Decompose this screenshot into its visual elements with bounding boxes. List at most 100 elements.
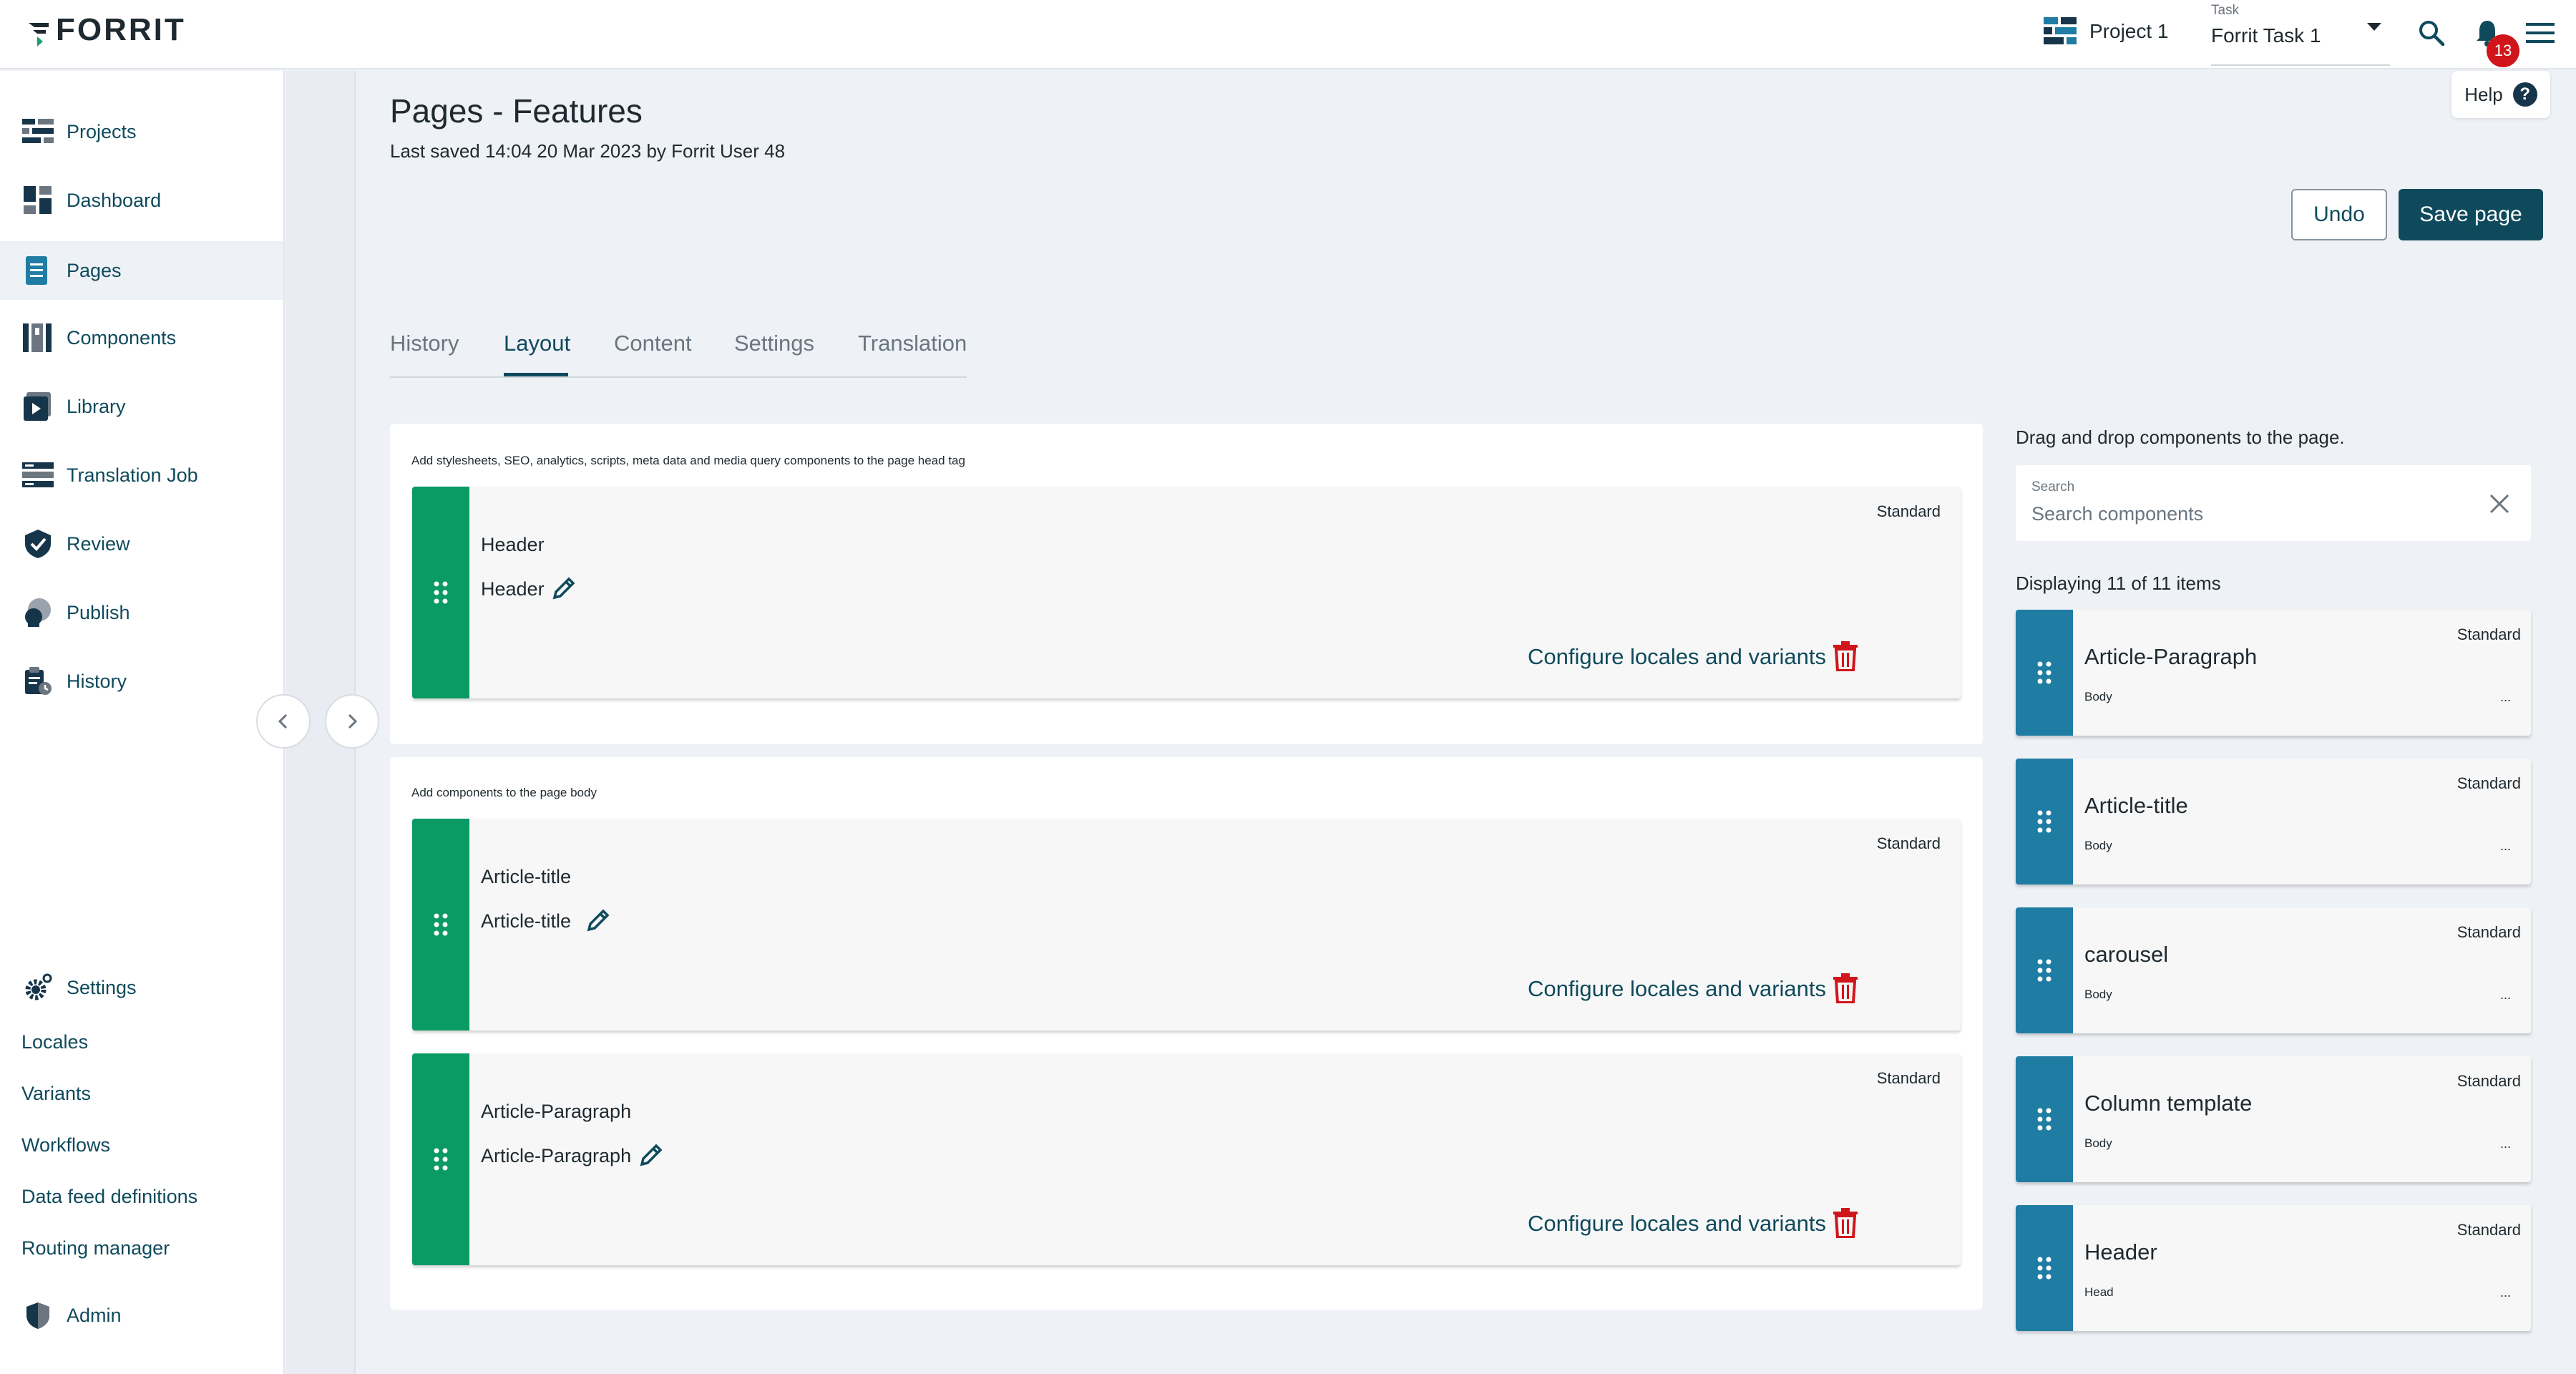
library-component-card[interactable]: Standard Article-title Body ... <box>2016 759 2531 885</box>
drag-handle[interactable] <box>412 1053 469 1265</box>
drag-handle-icon <box>434 581 448 604</box>
projects-icon <box>21 115 54 148</box>
sidebar-item-translation-job[interactable]: Translation Job <box>0 446 283 505</box>
history-icon <box>21 665 54 698</box>
expand-sidebar-button[interactable] <box>325 694 379 749</box>
chevron-left-icon <box>278 713 288 729</box>
library-component-card[interactable]: Standard Article-Paragraph Body ... <box>2016 610 2531 736</box>
drag-handle[interactable] <box>2016 907 2073 1033</box>
tab-layout[interactable]: Layout <box>504 331 570 356</box>
edit-component-button[interactable] <box>582 905 614 936</box>
component-tag: Standard <box>2457 1221 2521 1239</box>
page-component-card[interactable]: Standard Article-title Article-title Con… <box>412 819 1961 1030</box>
sidebar-item-library[interactable]: Library <box>0 377 283 436</box>
edit-component-button[interactable] <box>548 572 580 604</box>
clear-search-button[interactable] <box>2484 488 2515 520</box>
library-component-card[interactable]: Standard Column template Body ... <box>2016 1056 2531 1182</box>
tab-content[interactable]: Content <box>614 331 692 356</box>
component-type: Body <box>2084 988 2112 1001</box>
pencil-icon <box>587 909 610 932</box>
more-options-button[interactable]: ... <box>2500 1285 2511 1300</box>
library-panel-title: Drag and drop components to the page. <box>2016 427 2345 448</box>
sidebar-item-history[interactable]: History <box>0 652 283 711</box>
delete-component-button[interactable] <box>1828 969 1863 1008</box>
pages-icon <box>21 254 54 287</box>
last-saved-text: Last saved 14:04 20 Mar 2023 by Forrit U… <box>390 140 786 162</box>
configure-locales-variants-link[interactable]: Configure locales and variants <box>1528 1211 1826 1237</box>
project-selector[interactable]: Project 1 <box>2044 17 2169 46</box>
page-component-card[interactable]: Standard Header Header Configure locales… <box>412 487 1961 698</box>
main-menu-button[interactable] <box>2523 16 2557 50</box>
sidebar-item-settings[interactable]: Settings <box>0 958 283 1017</box>
drag-handle[interactable] <box>412 819 469 1030</box>
delete-component-button[interactable] <box>1828 637 1863 676</box>
search-button[interactable] <box>2414 16 2449 50</box>
page-tabs: History Layout Content Settings Translat… <box>390 326 967 378</box>
sidebar-item-projects[interactable]: Projects <box>0 102 283 161</box>
sidebar-item-components[interactable]: Components <box>0 308 283 367</box>
component-tag: Standard <box>2457 625 2521 643</box>
sidebar-item-data-feed-definitions[interactable]: Data feed definitions <box>21 1186 197 1208</box>
library-component-card[interactable]: Standard carousel Body ... <box>2016 907 2531 1033</box>
component-name: Column template <box>2084 1091 2253 1116</box>
drag-handle[interactable] <box>2016 1056 2073 1182</box>
more-options-button[interactable]: ... <box>2500 1136 2511 1151</box>
search-caption: Search <box>2031 479 2075 494</box>
drag-handle[interactable] <box>2016 610 2073 736</box>
component-tag: Standard <box>1876 834 1941 852</box>
undo-button[interactable]: Undo <box>2291 189 2387 240</box>
component-type: Body <box>2084 839 2112 852</box>
save-page-button[interactable]: Save page <box>2399 189 2543 240</box>
component-type: Body <box>2084 690 2112 703</box>
sidebar-item-locales[interactable]: Locales <box>21 1031 88 1053</box>
task-value: Forrit Task 1 <box>2211 24 2321 47</box>
sidebar-item-label: Admin <box>67 1304 122 1326</box>
sidebar-item-label: Pages <box>67 259 122 281</box>
component-tag: Standard <box>1876 502 1941 520</box>
component-tag: Standard <box>2457 774 2521 792</box>
forrit-logo[interactable]: FORRIT <box>27 7 186 53</box>
delete-component-button[interactable] <box>1828 1204 1863 1242</box>
task-select[interactable]: Task Forrit Task 1 <box>2211 1 2390 66</box>
help-button[interactable]: Help ? <box>2451 71 2550 118</box>
more-options-button[interactable]: ... <box>2500 690 2511 705</box>
sidebar-item-dashboard[interactable]: Dashboard <box>0 171 283 230</box>
gear-icon <box>21 971 54 1004</box>
configure-locales-variants-link[interactable]: Configure locales and variants <box>1528 644 1826 670</box>
edit-component-button[interactable] <box>635 1139 667 1171</box>
sidebar-item-publish[interactable]: Publish <box>0 583 283 642</box>
notification-badge: 13 <box>2487 34 2519 67</box>
component-type: Body <box>2084 1136 2112 1150</box>
drag-handle[interactable] <box>2016 759 2073 885</box>
drag-handle[interactable] <box>412 487 469 698</box>
tab-settings[interactable]: Settings <box>734 331 814 356</box>
search-icon <box>2419 21 2445 47</box>
component-tag: Standard <box>1876 1069 1941 1087</box>
tab-translation[interactable]: Translation <box>858 331 967 356</box>
component-name: Article-title <box>2084 793 2188 818</box>
page-component-card[interactable]: Standard Article-Paragraph Article-Parag… <box>412 1053 1961 1265</box>
sidebar-item-label: Library <box>67 395 126 417</box>
help-label: Help <box>2464 83 2503 105</box>
sidebar-item-workflows[interactable]: Workflows <box>21 1134 110 1156</box>
more-options-button[interactable]: ... <box>2500 988 2511 1003</box>
library-component-card[interactable]: Standard Header Head ... <box>2016 1205 2531 1331</box>
configure-locales-variants-link[interactable]: Configure locales and variants <box>1528 976 1826 1002</box>
component-search-field[interactable]: Search <box>2016 465 2531 541</box>
sidebar-item-label: Review <box>67 532 130 555</box>
search-input[interactable] <box>2031 500 2461 528</box>
pencil-icon <box>640 1144 663 1166</box>
sidebar-item-pages[interactable]: Pages <box>0 241 283 300</box>
active-tab-indicator <box>504 373 568 376</box>
sidebar-item-variants[interactable]: Variants <box>21 1083 91 1105</box>
page-head-section: Add stylesheets, SEO, analytics, scripts… <box>390 424 1983 744</box>
drag-handle-icon <box>434 1148 448 1171</box>
tab-history[interactable]: History <box>390 331 459 356</box>
more-options-button[interactable]: ... <box>2500 839 2511 854</box>
collapse-sidebar-button[interactable] <box>256 694 311 749</box>
translation-job-icon <box>21 459 54 492</box>
sidebar-item-review[interactable]: Review <box>0 515 283 573</box>
sidebar-item-admin[interactable]: Admin <box>0 1286 283 1345</box>
sidebar-item-routing-manager[interactable]: Routing manager <box>21 1237 170 1260</box>
drag-handle[interactable] <box>2016 1205 2073 1331</box>
